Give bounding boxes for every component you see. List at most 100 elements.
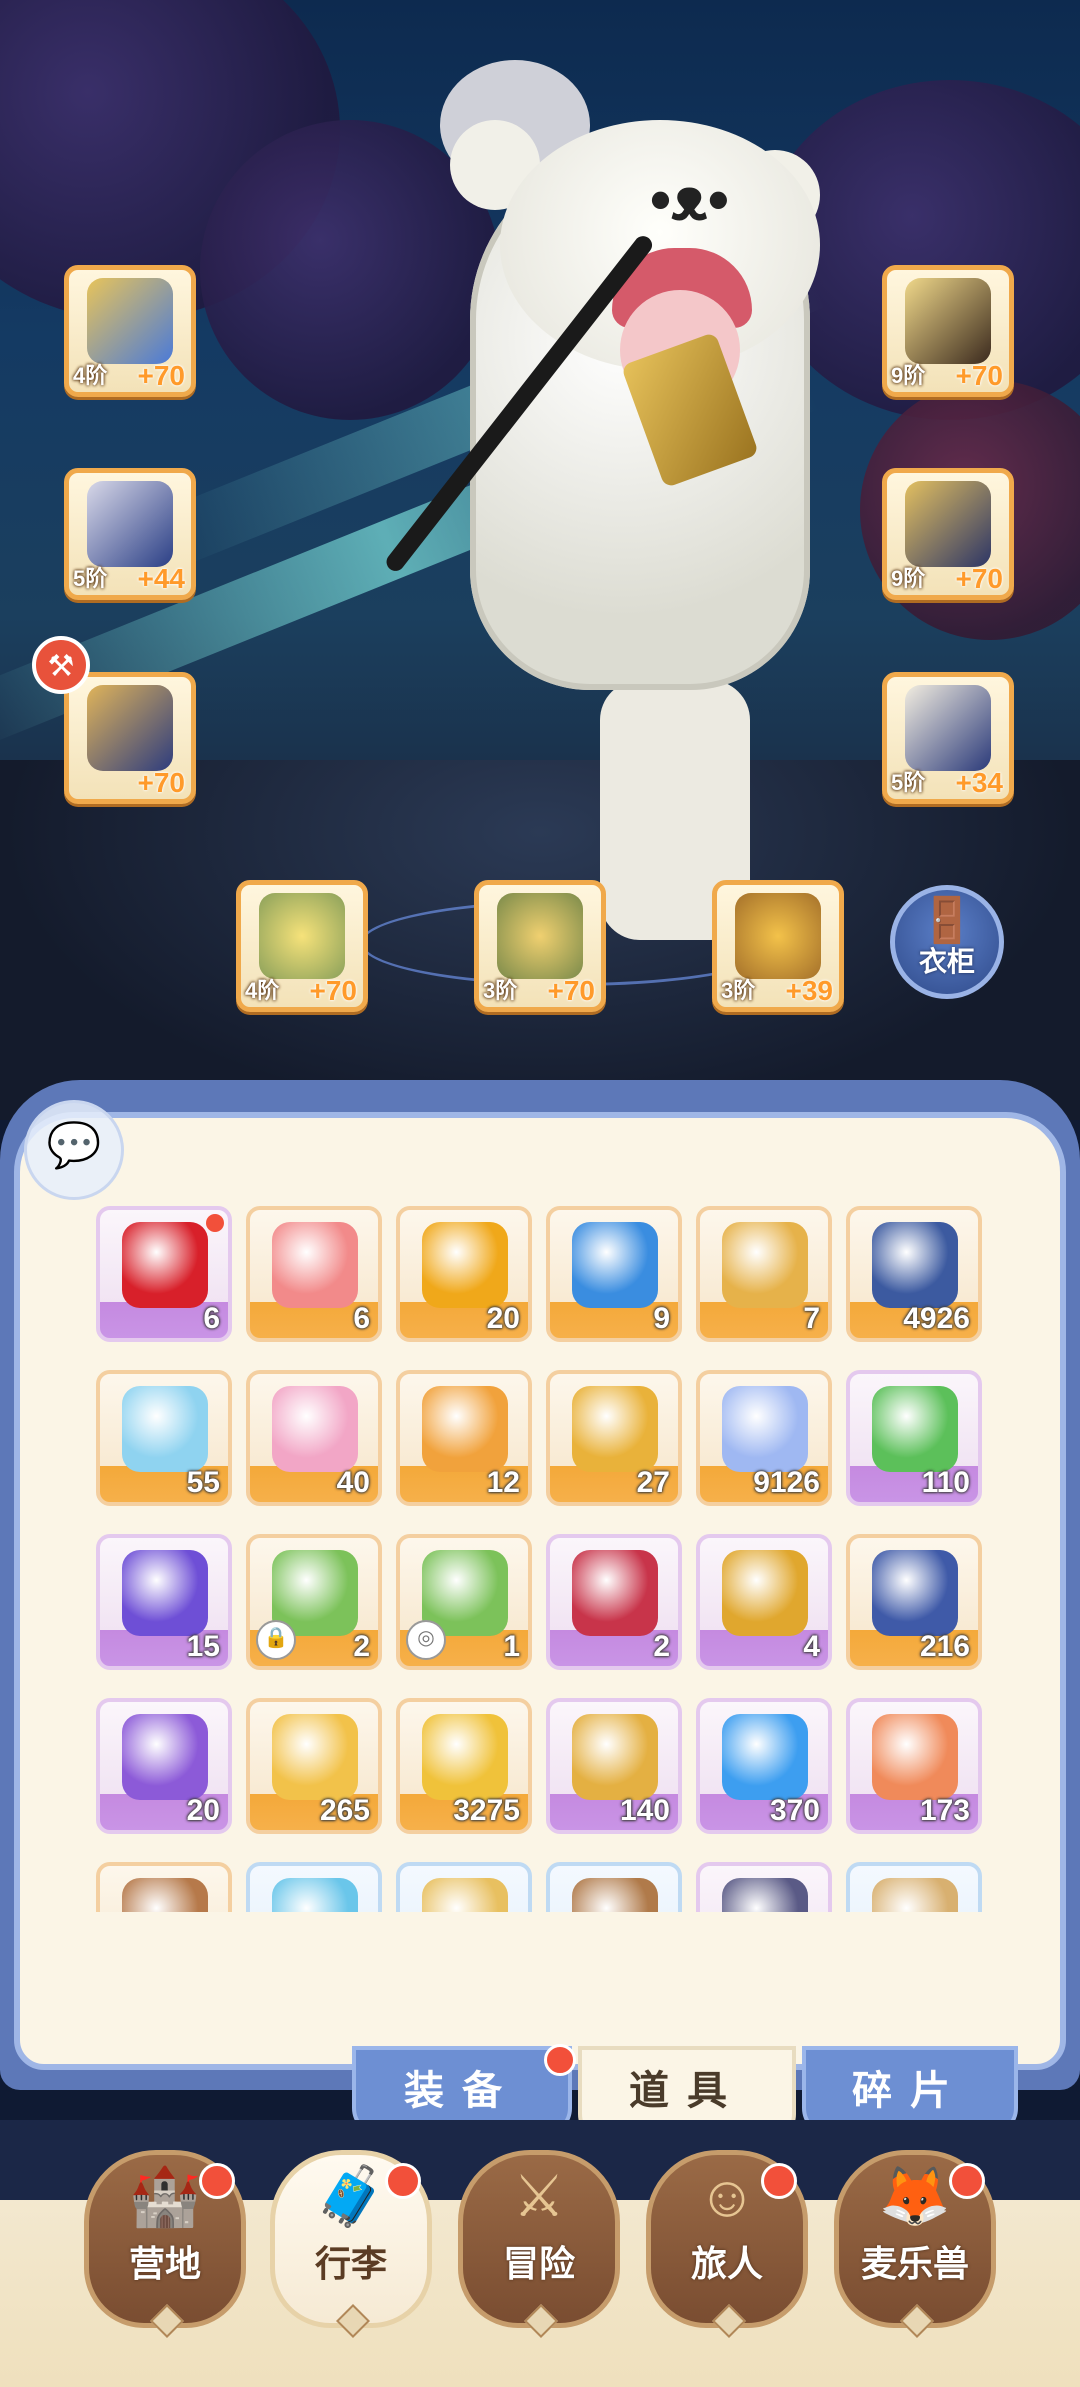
tab-label: 道具 — [629, 2069, 745, 2113]
ring-icon — [259, 893, 345, 979]
inventory-slot[interactable]: 265 — [246, 1698, 382, 1834]
inventory-slot[interactable]: 9 — [546, 1206, 682, 1342]
equip-slot-ring[interactable]: 4阶 +70 — [236, 880, 368, 1012]
equip-slot-hat[interactable]: 9阶 +70 — [882, 468, 1014, 600]
nav-label: 行李 — [314, 2243, 387, 2284]
harp-icon — [722, 1222, 808, 1308]
equip-slot-boots[interactable]: 5阶 +34 — [882, 672, 1014, 804]
wardrobe-label: 衣柜 — [918, 946, 975, 977]
amber-gem-icon — [422, 1222, 508, 1308]
inventory-slot[interactable]: 4926 — [846, 1206, 982, 1342]
notification-dot — [761, 2163, 797, 2199]
coin-icon: ◎ — [406, 1620, 446, 1660]
item-quantity: 9126 — [753, 1466, 820, 1499]
nav-traveler[interactable]: ☺ 旅人 — [646, 2150, 808, 2338]
nav-beast[interactable]: 🦊 麦乐兽 — [834, 2150, 996, 2338]
inventory-slot[interactable] — [96, 1862, 232, 1912]
inventory-slot[interactable] — [696, 1862, 832, 1912]
equip-tier: 4阶 — [73, 363, 108, 388]
wardrobe-button[interactable]: 🚪 衣柜 — [890, 885, 1004, 999]
necklace-icon — [497, 893, 583, 979]
inventory-slot[interactable]: 4 — [696, 1534, 832, 1670]
inventory-slot[interactable]: 12 — [396, 1370, 532, 1506]
item-quantity: 15 — [186, 1630, 220, 1663]
equip-tier: 3阶 — [483, 978, 518, 1003]
item-quantity: 55 — [186, 1466, 220, 1499]
item-quantity: 4926 — [903, 1302, 970, 1335]
equip-level: +70 — [309, 975, 358, 1006]
inventory-slot[interactable]: 15 — [96, 1534, 232, 1670]
orb-icon — [872, 1222, 958, 1308]
equip-level: +70 — [547, 975, 596, 1006]
equip-slot-necklace[interactable]: 3阶 +70 — [474, 880, 606, 1012]
item-quantity: 3275 — [453, 1794, 520, 1827]
book-icon — [122, 1878, 208, 1912]
item-quantity: 370 — [769, 1794, 820, 1827]
purple-gem-icon — [122, 1550, 208, 1636]
inventory-slot[interactable]: 173 — [846, 1698, 982, 1834]
inventory-slot[interactable]: 1 ◎ — [396, 1534, 532, 1670]
inventory-slot[interactable]: 6 — [246, 1206, 382, 1342]
notification-dot — [385, 2163, 421, 2199]
potion-blue-icon — [572, 1222, 658, 1308]
armor-icon — [87, 481, 173, 567]
item-quantity: 27 — [636, 1466, 670, 1499]
nav-camp[interactable]: 🏰 营地 — [84, 2150, 246, 2338]
tab-label: 碎片 — [852, 2069, 968, 2113]
equip-slot-armor[interactable]: 5阶 +44 — [64, 468, 196, 600]
inventory-slot[interactable]: 2 🔒 — [246, 1534, 382, 1670]
blue-slime-icon — [722, 1714, 808, 1800]
cheese-icon — [272, 1714, 358, 1800]
inventory-slot[interactable]: 40 — [246, 1370, 382, 1506]
box-icon — [872, 1878, 958, 1912]
inventory-slot[interactable] — [546, 1862, 682, 1912]
item-quantity: 1 — [503, 1630, 520, 1663]
inventory-slot[interactable]: 27 — [546, 1370, 682, 1506]
inventory-slot[interactable]: 2 — [546, 1534, 682, 1670]
item-quantity: 110 — [921, 1466, 970, 1499]
item-quantity: 2 — [353, 1630, 370, 1663]
inventory-slot[interactable]: 20 — [396, 1206, 532, 1342]
paint-tube-icon — [272, 1386, 358, 1472]
hat-icon — [905, 481, 991, 567]
equip-level: +70 — [955, 563, 1004, 594]
inventory-slot[interactable]: 6 — [96, 1206, 232, 1342]
equip-slot-weapon[interactable]: 4阶 +70 — [64, 265, 196, 397]
inventory-slot[interactable]: 7 — [696, 1206, 832, 1342]
boots-icon — [905, 685, 991, 771]
chat-icon[interactable]: 💬 — [24, 1100, 124, 1200]
item-quantity: 20 — [186, 1794, 220, 1827]
inventory-slot[interactable] — [846, 1862, 982, 1912]
equip-slot-helmet[interactable]: 9阶 +70 — [882, 265, 1014, 397]
inventory-slot[interactable]: 9126 — [696, 1370, 832, 1506]
apple-icon — [122, 1222, 208, 1308]
inventory-slot[interactable]: 20 — [96, 1698, 232, 1834]
inventory-slot[interactable]: 110 — [846, 1370, 982, 1506]
hammer-icon[interactable]: ⚒ — [32, 636, 90, 694]
nav-adventure[interactable]: ⚔ 冒险 — [458, 2150, 620, 2338]
item-quantity: 40 — [336, 1466, 370, 1499]
cat-frame-icon — [422, 1878, 508, 1912]
inventory-grid: 6 6 20 9 7 4926 55 40 12 27 9126 110 15 2 🔒 1 ◎ 2 4 216 20 26… — [96, 1206, 996, 1912]
equip-slot-pants[interactable]: +70 — [64, 672, 196, 804]
charm-icon — [735, 893, 821, 979]
item-quantity: 6 — [353, 1302, 370, 1335]
equip-tier: 9阶 — [891, 566, 926, 591]
inventory-slot[interactable] — [246, 1862, 382, 1912]
nav-luggage[interactable]: 🧳 行李 — [270, 2150, 432, 2338]
inventory-slot[interactable] — [396, 1862, 532, 1912]
inventory-slot[interactable]: 55 — [96, 1370, 232, 1506]
inventory-slot[interactable]: 370 — [696, 1698, 832, 1834]
inventory-slot[interactable]: 140 — [546, 1698, 682, 1834]
equip-level: +70 — [137, 767, 186, 798]
bear-face-icon: •ᴥ• — [650, 166, 729, 233]
equip-level: +70 — [955, 360, 1004, 391]
equip-slot-charm[interactable]: 3阶 +39 — [712, 880, 844, 1012]
inventory-slot[interactable]: 3275 — [396, 1698, 532, 1834]
nav-label: 营地 — [128, 2243, 201, 2284]
item-quantity: 173 — [919, 1794, 970, 1827]
nav-label: 旅人 — [690, 2243, 763, 2284]
ice-shard-icon — [272, 1878, 358, 1912]
inventory-slot[interactable]: 216 — [846, 1534, 982, 1670]
nav-label: 麦乐兽 — [860, 2243, 969, 2284]
